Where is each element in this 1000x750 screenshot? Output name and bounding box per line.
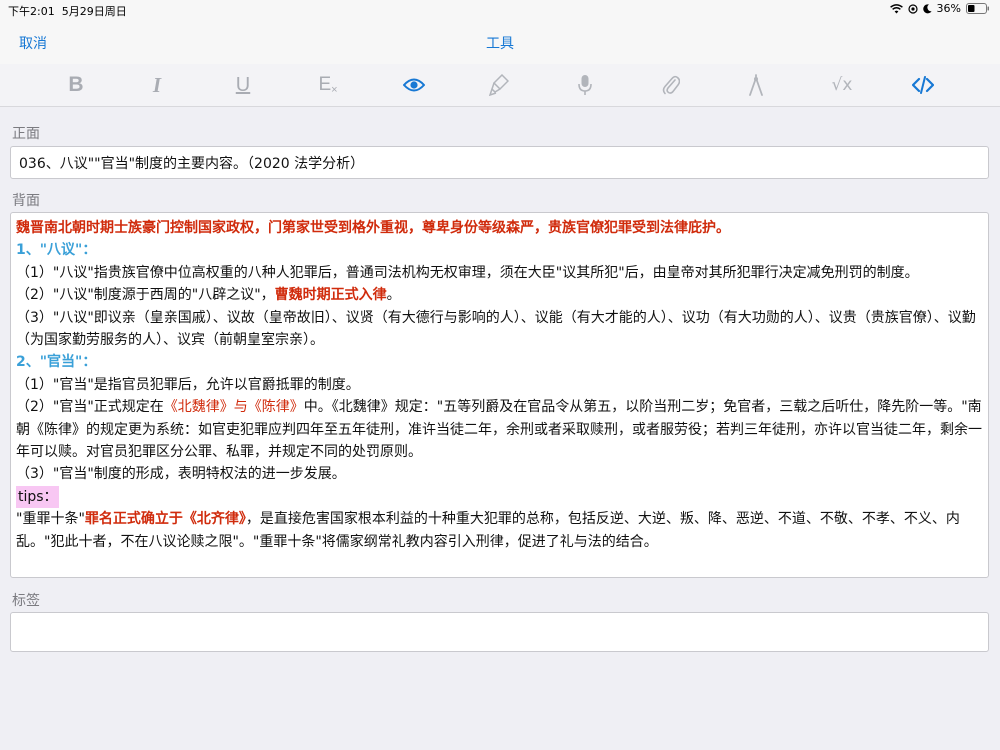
status-bar: 下午2:01 5月29日周日 36% [0, 0, 1000, 20]
tips-line: tips： [16, 485, 983, 509]
microphone-icon [578, 75, 592, 95]
status-indicators: 36% [889, 2, 990, 15]
heading-guandang-text: 2、"官当"： [16, 354, 97, 371]
nav-title: 工具 [486, 36, 514, 52]
status-date: 5月29日周日 [61, 5, 127, 18]
wifi-icon [889, 3, 903, 13]
guandang-point-2a: （2）"官当"正式规定在 [16, 399, 164, 416]
location-icon [907, 3, 918, 14]
tags-field[interactable] [10, 612, 989, 652]
battery-icon [966, 3, 989, 14]
back-intro: 魏晋南北朝时期士族豪门控制国家政权，门第家世受到格外重视，尊卑身份等级森严，贵族… [16, 217, 983, 239]
bold-icon: B [68, 73, 84, 96]
back-field[interactable]: 魏晋南北朝时期士族豪门控制国家政权，门第家世受到格外重视，尊卑身份等级森严，贵族… [10, 212, 989, 578]
clear-format-icon: E× [318, 74, 338, 96]
back-intro-text: 魏晋南北朝时期士族豪门控制国家政权，门第家世受到格外重视，尊卑身份等级森严，贵族… [16, 220, 730, 236]
bayi-point-2a: （2）"八议"制度源于西周的"八辟之议"， [16, 287, 275, 304]
tips-content: "重罪十条"罪名正式确立于《北齐律》，是直接危害国家根本利益的十种重大犯罪的总称… [16, 508, 983, 553]
battery-percent: 36% [936, 2, 961, 15]
highlighter-icon [489, 74, 509, 96]
tags-label: 标签 [12, 593, 40, 609]
nav-bar: 取消 工具 [0, 20, 1000, 64]
bayi-point-3: （3）"八议"即议亲（皇亲国戚）、议故（皇帝故旧）、议贤（有大德行与影响的人）、… [16, 309, 976, 349]
guandang-point-3: （3）"官当"制度的形成，表明特权法的进一步发展。 [16, 466, 346, 483]
italic-icon: I [152, 72, 162, 97]
status-time-date: 下午2:01 5月29日周日 [8, 3, 127, 19]
bayi-point-2: （2）"八议"制度源于西周的"八辟之议"，曹魏时期正式入律。 [16, 284, 983, 306]
draw-button[interactable] [743, 73, 769, 97]
clear-format-letter: E [318, 74, 332, 95]
guandang-point-2: （2）"官当"正式规定在《北魏律》与《陈律》中。《北魏律》规定："五等列爵及在官… [16, 396, 983, 463]
tips-content-b: 罪名正式确立于《北齐律》 [84, 511, 246, 528]
status-time: 下午2:01 [8, 5, 55, 18]
square-root-icon: √x [831, 75, 853, 95]
highlighter-button[interactable] [486, 73, 512, 97]
underline-button[interactable]: U [230, 73, 256, 97]
front-text: 036、八议""官当"制度的主要内容。（2020 法学分析） [19, 156, 365, 172]
bayi-point-1: （1）"八议"指贵族官僚中位高权重的八种人犯罪后，普通司法机构无权审理，须在大臣… [16, 264, 919, 281]
heading-bayi: 1、"八议"： [16, 239, 983, 261]
bayi-point-2c: 。 [386, 287, 401, 304]
bayi-point-2b: 曹魏时期正式入律 [274, 287, 387, 304]
format-toolbar: B I U E× √x [0, 64, 1000, 107]
heading-guandang: 2、"官当"： [16, 351, 983, 373]
compass-draw-icon [749, 74, 763, 96]
tips-badge: tips： [16, 485, 59, 509]
bold-button[interactable]: B [63, 73, 89, 97]
clear-format-button[interactable]: E× [315, 73, 341, 97]
attachment-button[interactable] [658, 73, 684, 97]
preview-button[interactable] [401, 73, 427, 97]
eye-icon [403, 78, 425, 92]
code-icon [912, 76, 934, 94]
microphone-button[interactable] [572, 73, 598, 97]
front-label: 正面 [12, 126, 40, 142]
html-code-button[interactable] [910, 73, 936, 97]
paperclip-icon [662, 75, 680, 95]
heading-bayi-text: 1、"八议"： [16, 242, 97, 259]
underline-icon: U [235, 73, 251, 96]
math-button[interactable]: √x [829, 73, 855, 97]
front-field[interactable]: 036、八议""官当"制度的主要内容。（2020 法学分析） [10, 146, 989, 179]
italic-button[interactable]: I [144, 73, 170, 97]
guandang-point-1: （1）"官当"是指官员犯罪后，允许以官爵抵罪的制度。 [16, 376, 360, 393]
moon-icon [922, 3, 932, 13]
guandang-point-2b: 《北魏律》与《陈律》 [163, 399, 304, 416]
back-label: 背面 [12, 193, 40, 209]
tips-content-a: "重罪十条" [16, 511, 85, 528]
